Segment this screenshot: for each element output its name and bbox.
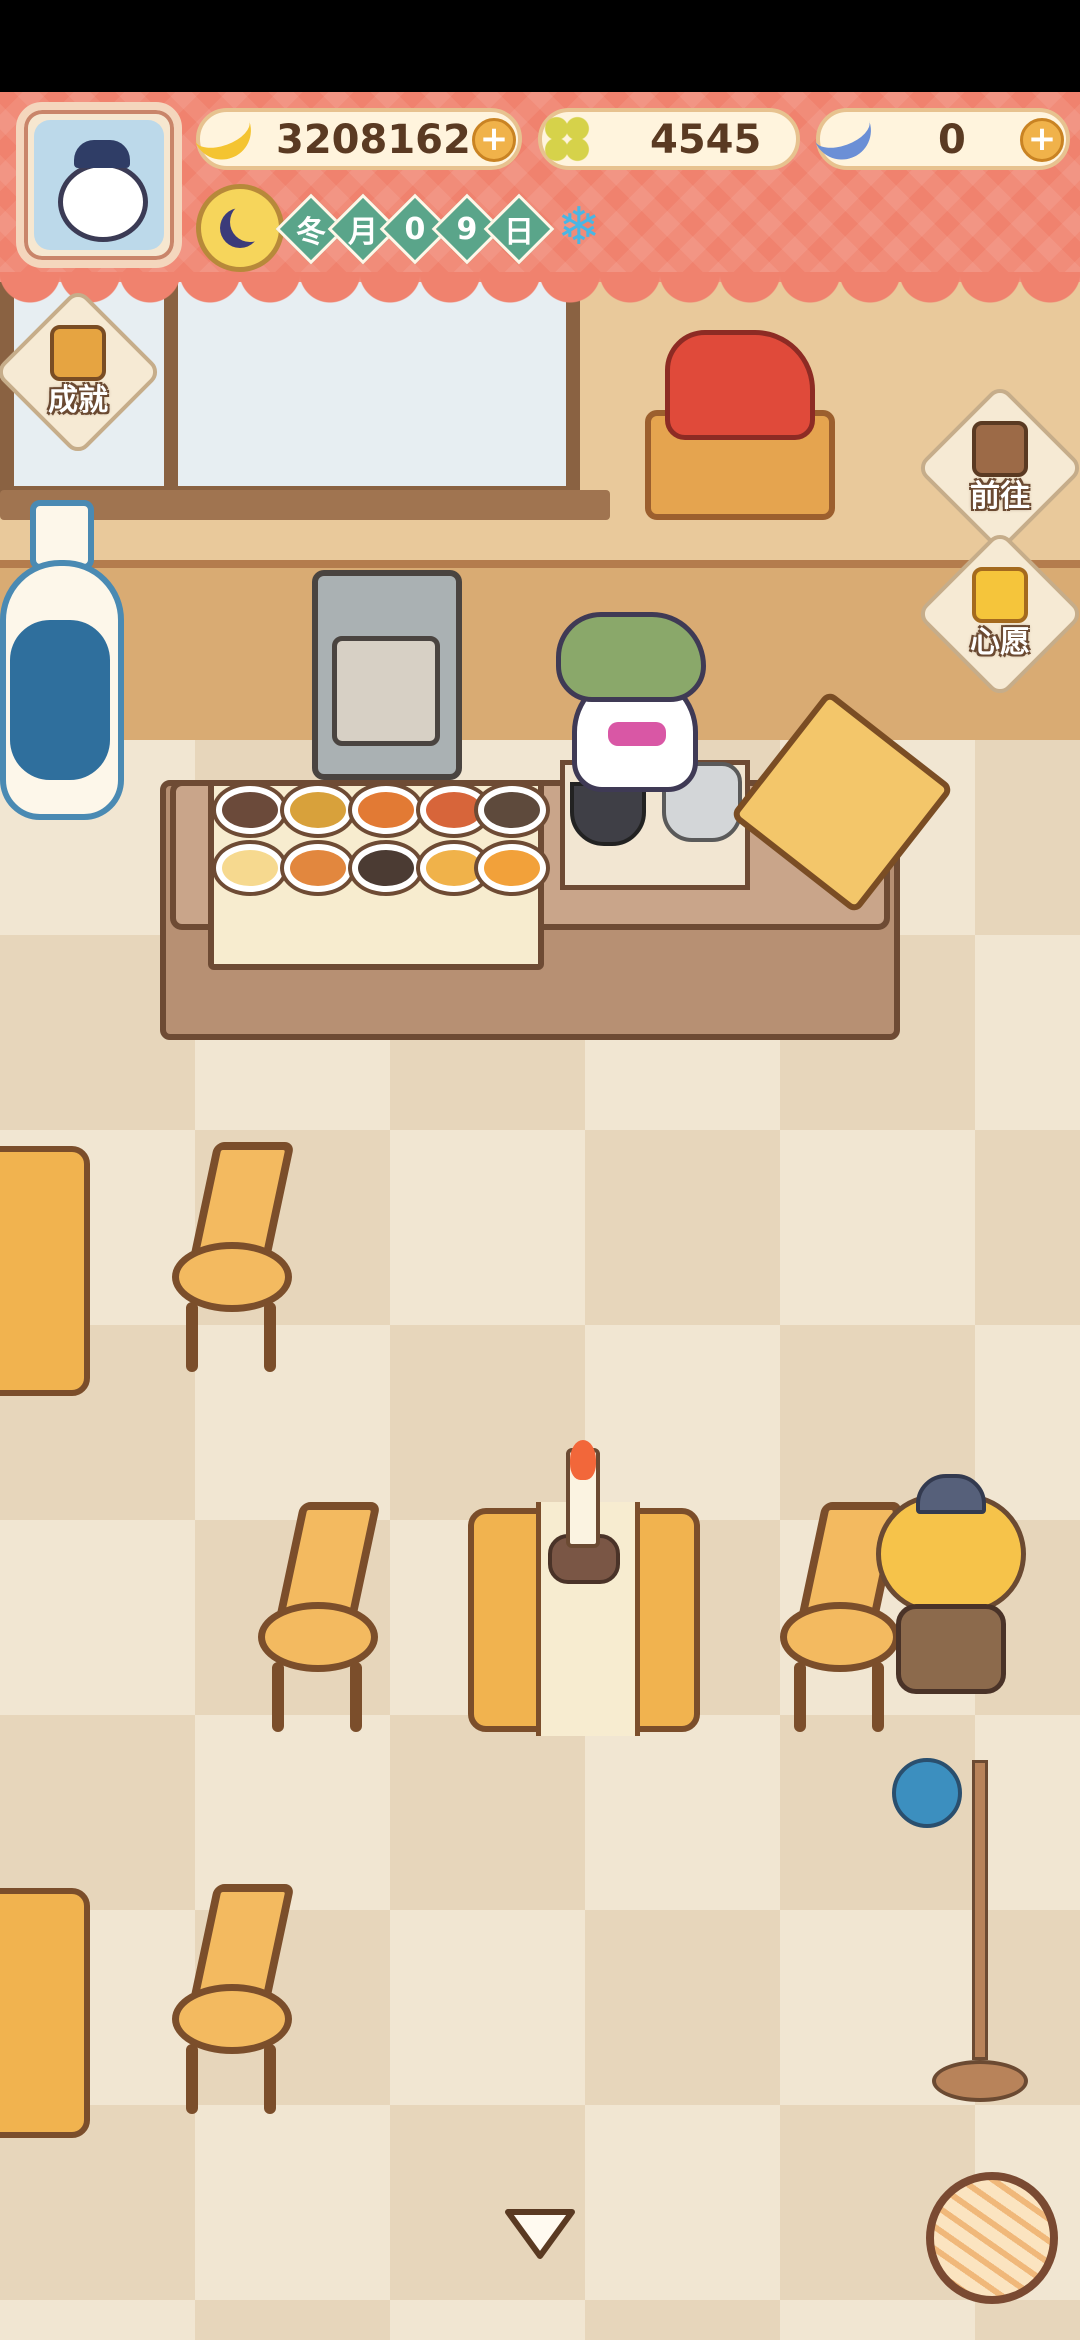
chair[interactable] [172,1884,295,2114]
avatar-cat [58,162,148,242]
heart-book-icon [972,567,1028,623]
clover-counter[interactable]: 4545 [538,108,800,170]
date-char: 日 [483,193,555,265]
avatar-hat [74,140,130,168]
blue-banana-icon [810,106,880,172]
chair-leg [264,1302,276,1372]
chair-leg [272,1662,284,1732]
chevron-down-icon[interactable] [504,2208,576,2262]
chair-leg [186,1302,198,1372]
blue-banana-value: 0 [938,117,966,163]
dish[interactable] [212,840,288,896]
banana-icon [190,106,260,172]
hud-scallop-edge [0,272,1080,312]
game-scene[interactable]: 3208162 + 4545 0 + 冬 月 0 9 日 ❄ 成就 前往 心愿 [0,0,1080,2340]
red-toy-horse[interactable] [665,330,815,440]
dish[interactable] [212,782,288,838]
dog-customer[interactable] [866,1474,1036,1694]
chair-leg [186,2044,198,2114]
date-display: 冬 月 0 9 日 [275,193,555,265]
dish[interactable] [280,840,356,896]
avatar[interactable] [16,102,182,268]
top-hud: 3208162 + 4545 0 + 冬 月 0 9 日 ❄ [0,92,1080,322]
oven[interactable] [312,570,462,780]
blue-porcelain-vase[interactable] [0,500,124,840]
coat-rack [972,1760,988,2060]
dish[interactable] [348,840,424,896]
yarn-ball-icon[interactable] [926,2172,1058,2304]
wish-label: 心愿 [970,625,1030,660]
dish[interactable] [474,782,550,838]
add-banana-button[interactable]: + [472,118,516,162]
go-label: 前往 [970,479,1030,514]
blue-banana-counter[interactable]: 0 + [810,108,1070,170]
chair[interactable] [172,1142,295,1372]
snowflake-icon[interactable]: ❄ [548,196,610,258]
oven-window [332,636,440,746]
chair[interactable] [258,1502,381,1732]
chef-head [556,612,706,702]
clover-value: 4545 [650,117,762,163]
moon-icon[interactable] [196,184,284,272]
banana-counter[interactable]: 3208162 + [190,108,522,170]
status-bar [0,0,1080,92]
candle-flame [570,1440,596,1480]
dog-hat [916,1474,986,1514]
dining-table-left-bottom[interactable] [0,1888,90,2138]
clover-icon [534,106,600,172]
chef-character[interactable] [556,612,716,792]
wainscot-panel [0,560,1080,740]
dining-table-left-top[interactable] [0,1146,90,1396]
dish[interactable] [280,782,356,838]
achievements-label: 成就 [48,383,108,418]
dish[interactable] [474,840,550,896]
signboard-icon [972,421,1028,477]
dish[interactable] [348,782,424,838]
dog-coat [896,1604,1006,1694]
vase-pattern [10,620,110,780]
clipboard-icon [50,325,106,381]
add-blue-banana-button[interactable]: + [1020,118,1064,162]
chef-bowtie [608,722,666,746]
blue-hat [892,1758,962,1828]
chair-leg [350,1662,362,1732]
chair-leg [264,2044,276,2114]
coat-rack-base [932,2060,1028,2102]
chair-leg [794,1662,806,1732]
banana-value: 3208162 [276,117,471,163]
